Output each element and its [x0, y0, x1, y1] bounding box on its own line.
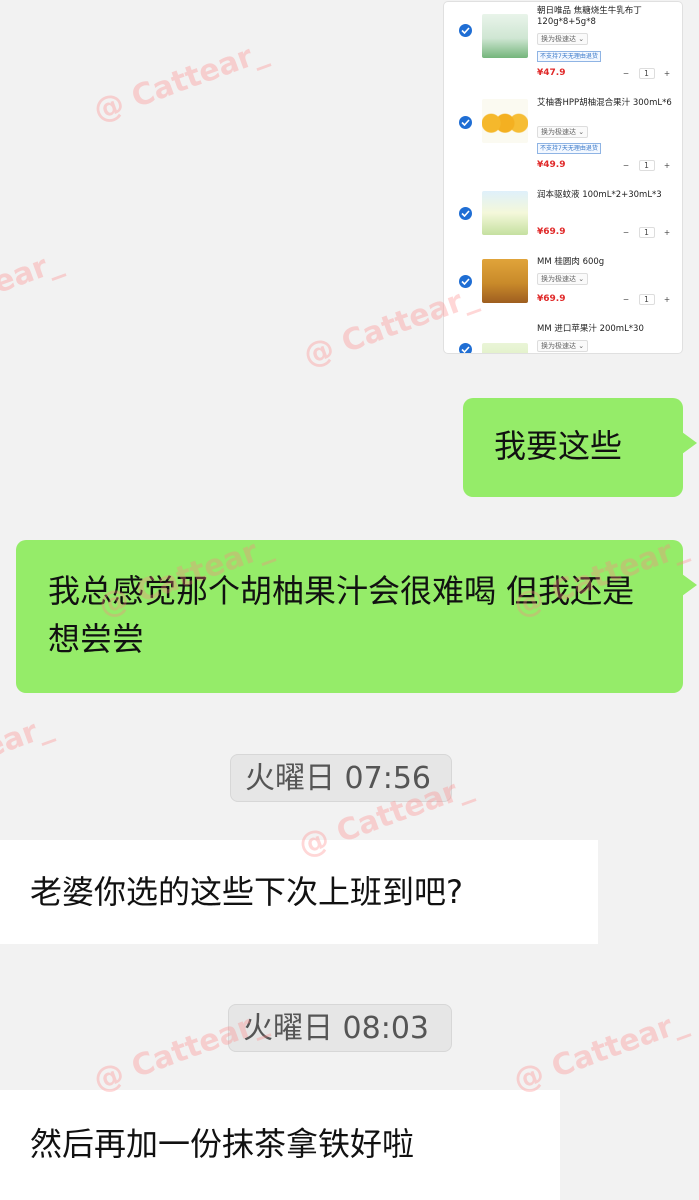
- cart-item: MM 桂圆肉 600g 换为极速达 ⌄ ¥69.9 − 1 +: [444, 254, 682, 320]
- watermark: @ Cattear_: [0, 243, 67, 339]
- increase-button: +: [663, 228, 671, 237]
- decrease-button: −: [622, 228, 630, 237]
- product-thumbnail: [482, 343, 528, 353]
- quantity-value: 1: [638, 227, 655, 238]
- cart-item: MM 进口苹果汁 200mL*30 换为极速达 ⌄: [444, 320, 682, 353]
- product-price: ¥49.9: [537, 160, 566, 170]
- product-thumbnail: [482, 99, 528, 143]
- product-price: ¥69.9: [537, 227, 566, 237]
- quantity-stepper: − 1 +: [619, 68, 674, 79]
- quantity-value: 1: [638, 294, 655, 305]
- shipping-select: 换为极速达 ⌄: [537, 126, 589, 138]
- cart-screenshot-image[interactable]: 朝日唯品 焦糖烧生牛乳布丁 120g*8+5g*8 换为极速达 ⌄ 不支持7天无…: [444, 2, 682, 353]
- product-price: ¥69.9: [537, 294, 566, 304]
- no-return-tag: 不支持7天无理由退货: [537, 51, 601, 62]
- watermark: @ Cattear_: [89, 33, 272, 129]
- product-thumbnail: [482, 191, 528, 235]
- quantity-stepper: − 1 +: [619, 160, 674, 171]
- decrease-button: −: [622, 69, 630, 78]
- product-thumbnail: [482, 259, 528, 303]
- decrease-button: −: [622, 295, 630, 304]
- message-text: 我要这些: [494, 427, 623, 465]
- shipping-select: 换为极速达 ⌄: [537, 273, 589, 285]
- cart-item: 艾柚香HPP胡柚混合果汁 300mL*6 换为极速达 ⌄ 不支持7天无理由退货 …: [444, 94, 682, 171]
- quantity-value: 1: [638, 68, 655, 79]
- product-title: 艾柚香HPP胡柚混合果汁 300mL*6: [537, 98, 672, 108]
- increase-button: +: [663, 69, 671, 78]
- sent-message-bubble[interactable]: 我要这些: [463, 398, 697, 497]
- shipping-select: 换为极速达 ⌄: [537, 340, 589, 352]
- product-title: 朝日唯品 焦糖烧生牛乳布丁 120g*8+5g*8: [537, 6, 642, 27]
- sent-message-bubble[interactable]: 我总感觉那个胡柚果汁会很难喝 但我还是想尝尝: [16, 540, 697, 693]
- quantity-stepper: − 1 +: [619, 227, 674, 238]
- product-title: MM 桂圆肉 600g: [537, 257, 605, 267]
- product-price: ¥47.9: [537, 68, 566, 78]
- increase-button: +: [663, 295, 671, 304]
- shipping-select: 换为极速达 ⌄: [537, 33, 589, 45]
- bubble-tail: [682, 574, 697, 596]
- watermark: @ Cattear_: [509, 1003, 692, 1099]
- received-message-bubble[interactable]: 然后再加一份抹茶拿铁好啦: [0, 1090, 560, 1200]
- checkbox-checked-icon: [459, 275, 472, 288]
- watermark: @ Cattear_: [0, 708, 57, 804]
- quantity-stepper: − 1 +: [619, 294, 674, 305]
- cart-item: 朝日唯品 焦糖烧生牛乳布丁 120g*8+5g*8 换为极速达 ⌄ 不支持7天无…: [444, 4, 682, 79]
- checkbox-checked-icon: [459, 207, 472, 220]
- cart-item: 润本驱蚊液 100mL*2+30mL*3 ¥69.9 − 1 +: [444, 186, 682, 252]
- timestamp: 火曜日 07:56: [230, 754, 452, 802]
- message-text: 然后再加一份抹茶拿铁好啦: [30, 1125, 415, 1163]
- message-text: 老婆你选的这些下次上班到吧?: [30, 873, 463, 911]
- checkbox-checked-icon: [459, 343, 472, 353]
- product-thumbnail: [482, 14, 528, 58]
- product-title: MM 进口苹果汁 200mL*30: [537, 324, 644, 334]
- received-message-bubble[interactable]: 老婆你选的这些下次上班到吧?: [0, 840, 598, 944]
- product-title: 润本驱蚊液 100mL*2+30mL*3: [537, 190, 662, 200]
- message-text: 我总感觉那个胡柚果汁会很难喝 但我还是想尝尝: [48, 572, 635, 658]
- increase-button: +: [663, 161, 671, 170]
- checkbox-checked-icon: [459, 24, 472, 37]
- decrease-button: −: [622, 161, 630, 170]
- bubble-tail: [682, 432, 697, 454]
- checkbox-checked-icon: [459, 116, 472, 129]
- quantity-value: 1: [638, 160, 655, 171]
- timestamp: 火曜日 08:03: [228, 1004, 452, 1052]
- no-return-tag: 不支持7天无理由退货: [537, 143, 601, 154]
